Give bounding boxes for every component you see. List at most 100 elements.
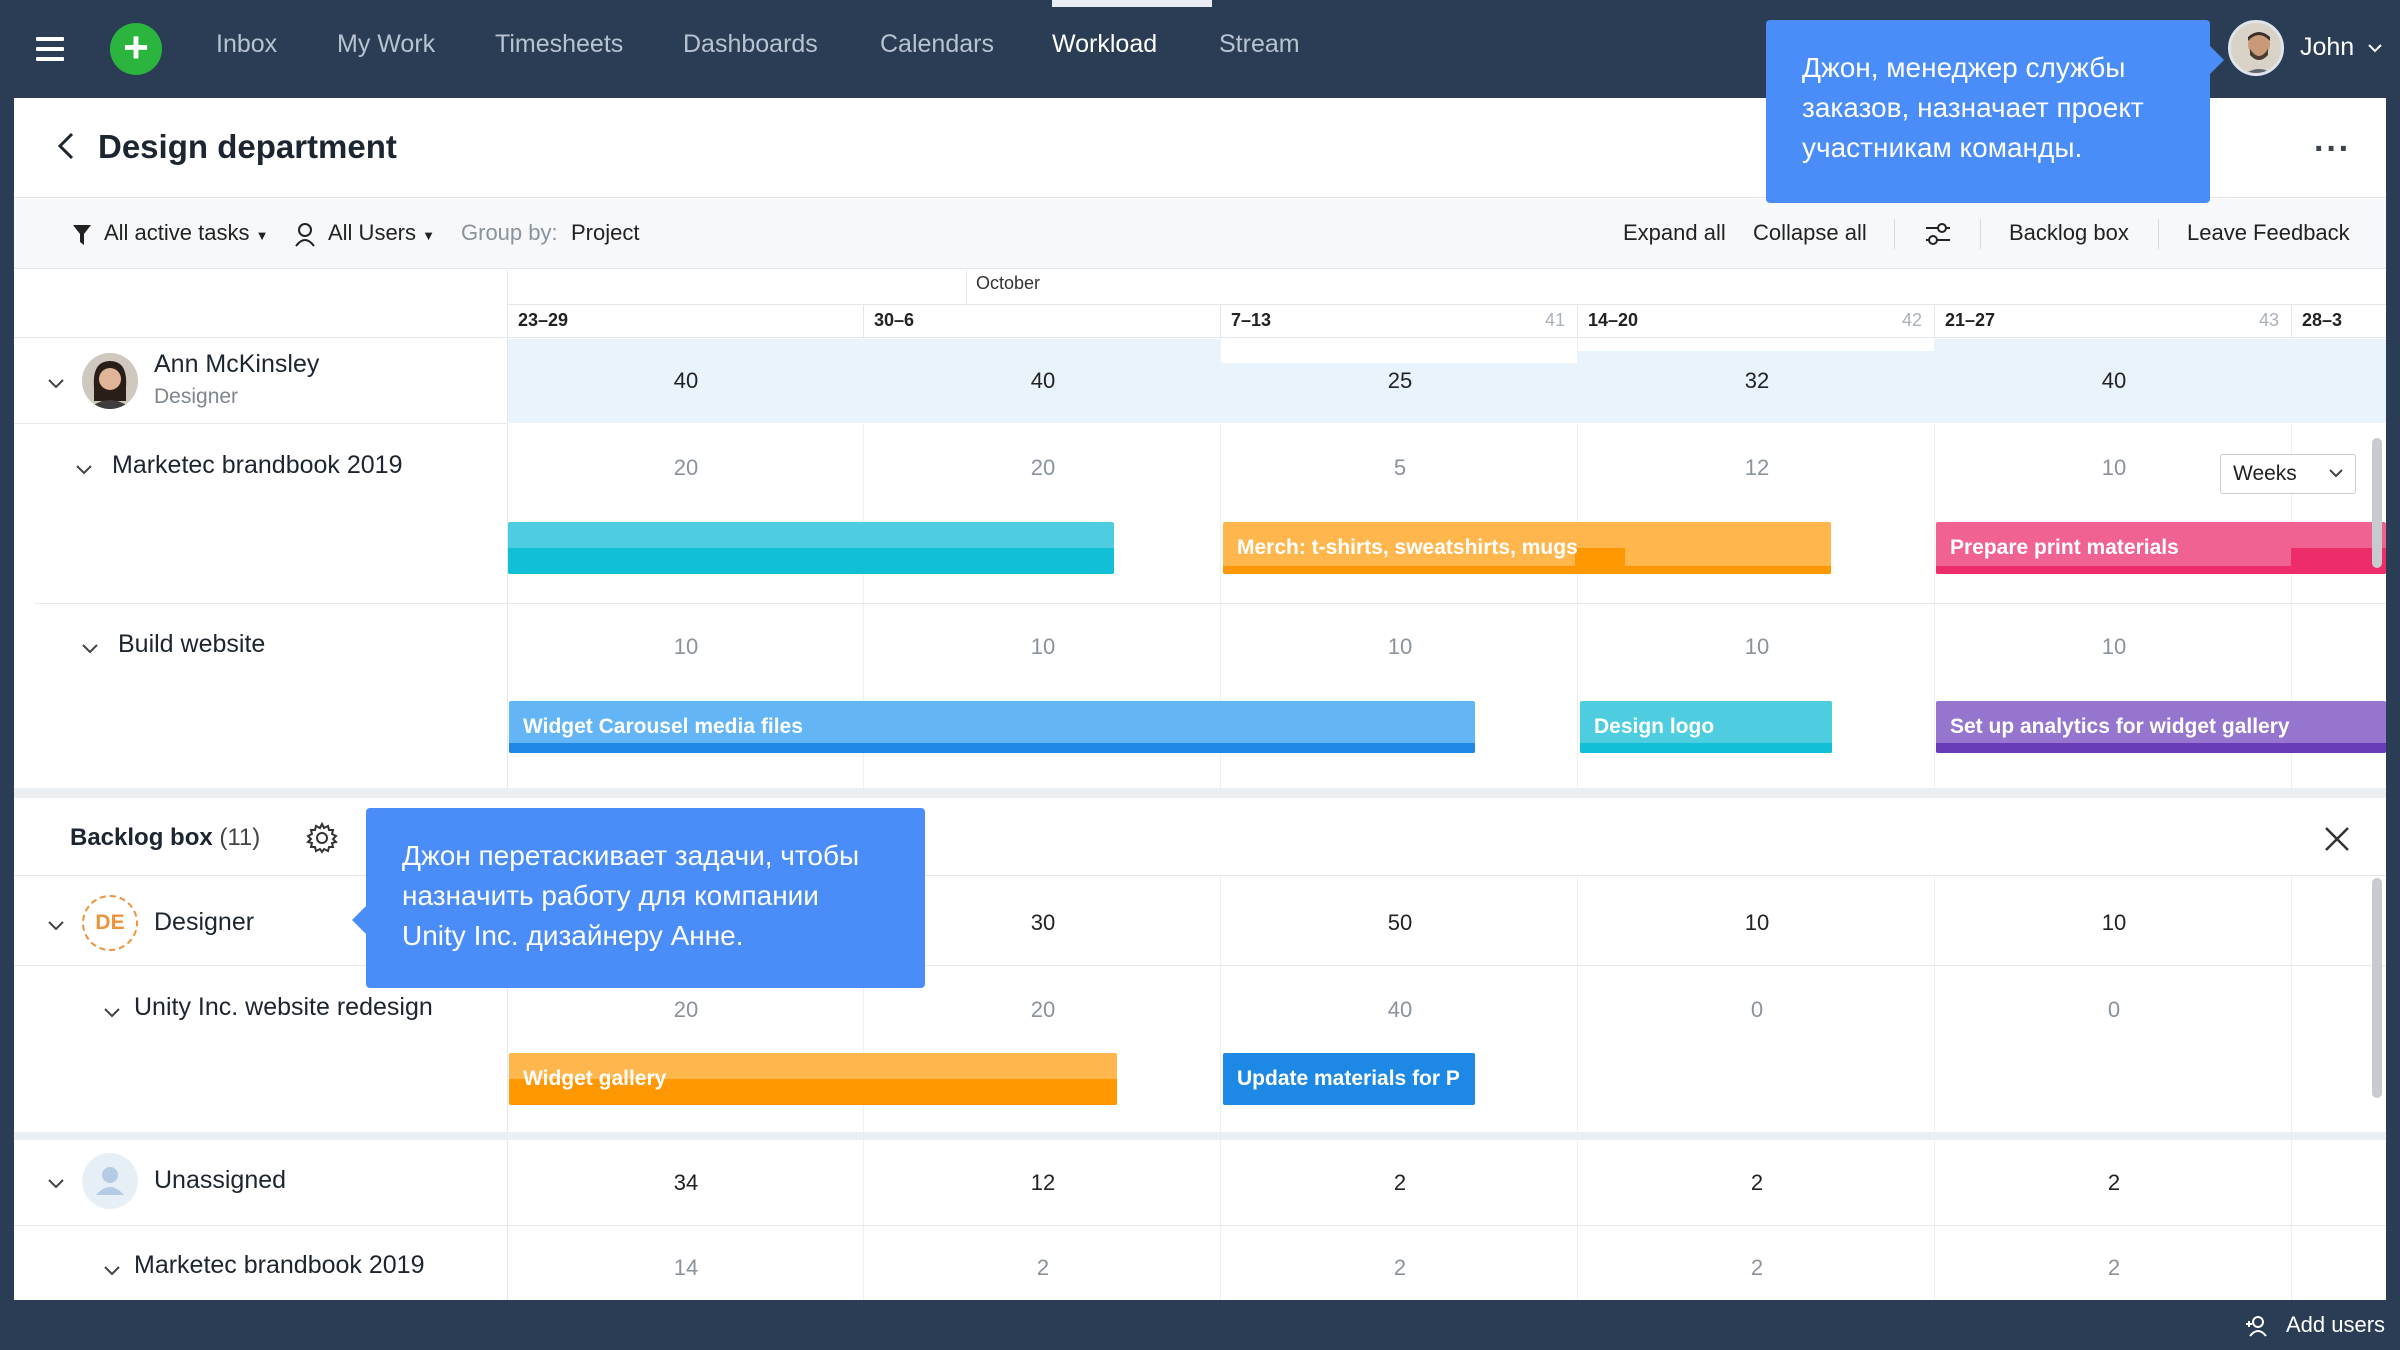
week-label: 23–29: [518, 310, 569, 330]
collapse-all-button[interactable]: Collapse all: [1753, 220, 1867, 246]
task-bar[interactable]: Widget Carousel media files: [509, 701, 1475, 753]
back-arrow-icon[interactable]: [52, 128, 82, 164]
load-value: 10: [2101, 910, 2127, 935]
expand-all-button[interactable]: Expand all: [1623, 220, 1726, 246]
week-label: 28–3: [2302, 310, 2343, 330]
project-name: Unity Inc. website redesign: [134, 993, 433, 1021]
load-value: 40: [673, 368, 699, 393]
filter-icon: [72, 223, 92, 252]
ann-role: Designer: [154, 385, 239, 408]
chevron-down-icon: [2368, 40, 2382, 58]
row-divider: [14, 1225, 2386, 1226]
close-icon[interactable]: [2324, 826, 2350, 852]
task-bar[interactable]: Update materials for P: [1223, 1053, 1475, 1105]
scrollbar-thumb[interactable]: [2372, 438, 2382, 568]
row-divider: [14, 423, 508, 424]
project-load: 10: [2101, 455, 2127, 480]
toolbar: All active tasks ▼ All Users ▼ Group by:…: [14, 199, 2386, 269]
group-by-label: Group by:: [461, 220, 558, 245]
project-name: Build website: [118, 630, 266, 658]
toolbar-divider: [2158, 219, 2159, 249]
designer-name: Designer: [154, 908, 255, 936]
grid-line: [1934, 876, 1935, 1300]
nav-calendars[interactable]: Calendars: [880, 30, 994, 59]
menu-icon[interactable]: [36, 37, 64, 61]
scrollbar-thumb[interactable]: [2372, 878, 2382, 1098]
week-number: 43: [2259, 310, 2280, 330]
settings-sliders-icon[interactable]: [1924, 221, 1952, 252]
load-value: 25: [1387, 368, 1413, 393]
task-bar[interactable]: Merch: t-shirts, sweatshirts, mugs: [1223, 522, 1831, 574]
backlog-box-button[interactable]: Backlog box: [2009, 220, 2129, 246]
week-label: 7–13: [1231, 310, 1272, 330]
leave-feedback-button[interactable]: Leave Feedback: [2187, 220, 2350, 246]
project-name: Marketec brandbook 2019: [134, 1251, 425, 1279]
nav-my-work[interactable]: My Work: [337, 30, 435, 59]
project-load: 20: [1030, 997, 1056, 1022]
month-divider: [966, 270, 967, 304]
project-load: 0: [1750, 997, 1764, 1022]
load-value: 50: [1387, 910, 1413, 935]
chevron-down-icon[interactable]: [76, 462, 92, 475]
chevron-down-icon[interactable]: [104, 1005, 120, 1018]
grid-line: [1577, 876, 1578, 1300]
filter-users-dropdown[interactable]: All Users ▼: [328, 220, 435, 246]
project-load: 2: [1750, 1255, 1764, 1280]
more-options-icon[interactable]: ···: [2314, 130, 2351, 169]
ann-avatar: [82, 353, 138, 409]
workload-panel: Design department ··· All active tasks ▼…: [14, 98, 2386, 1300]
user-avatar: [2228, 20, 2284, 76]
task-bar[interactable]: [508, 522, 1114, 574]
task-bar[interactable]: Widget gallery: [509, 1053, 1117, 1105]
load-value: 2: [2107, 1170, 2121, 1195]
project-load: 2: [1036, 1255, 1050, 1280]
user-name: John: [2300, 33, 2355, 61]
nav-timesheets[interactable]: Timesheets: [495, 30, 623, 59]
load-value: 2: [1750, 1170, 1764, 1195]
task-bar[interactable]: Prepare print materials: [1936, 522, 2386, 574]
chevron-down-icon[interactable]: [48, 1176, 64, 1189]
nav-dashboards[interactable]: Dashboards: [683, 30, 818, 59]
filter-tasks-dropdown[interactable]: All active tasks ▼: [104, 220, 269, 246]
project-load: 5: [1393, 455, 1407, 480]
chevron-down-icon[interactable]: [104, 1263, 120, 1276]
gear-icon[interactable]: [306, 821, 338, 854]
load-gap: [1221, 339, 1577, 363]
nav-active-indicator: [1052, 0, 1212, 7]
project-load: 12: [1744, 455, 1770, 480]
ann-name: Ann McKinsley: [154, 350, 320, 378]
load-value: 34: [673, 1170, 699, 1195]
nav-workload[interactable]: Workload: [1052, 30, 1157, 59]
add-users-button[interactable]: Add users: [2286, 1312, 2385, 1338]
add-new-button[interactable]: +: [110, 23, 162, 75]
grid-line: [1220, 876, 1221, 1300]
project-load: 40: [1387, 997, 1413, 1022]
project-load: 20: [673, 455, 699, 480]
nav-stream[interactable]: Stream: [1219, 30, 1300, 59]
project-load: 10: [1744, 634, 1770, 659]
row-divider: [34, 603, 2386, 604]
tooltip-manager: Джон, менеджер службы заказов, назначает…: [1766, 20, 2224, 203]
nav-inbox[interactable]: Inbox: [216, 30, 277, 59]
group-by-dropdown[interactable]: Project: [571, 220, 639, 246]
load-value: 2: [1393, 1170, 1407, 1195]
project-load: 10: [673, 634, 699, 659]
toolbar-divider: [1980, 219, 1981, 249]
chevron-down-icon[interactable]: [48, 918, 64, 931]
user-icon: [294, 222, 316, 253]
project-load: 10: [1387, 634, 1413, 659]
task-bar[interactable]: Set up analytics for widget gallery: [1936, 701, 2386, 753]
chevron-down-icon[interactable]: [82, 641, 98, 654]
timeline-header: October 23–29 30–6 7–13 41 14–20 42 21–2…: [14, 270, 2386, 338]
toolbar-divider: [1894, 219, 1895, 249]
task-bar[interactable]: Design logo: [1580, 701, 1832, 753]
project-load: 2: [2107, 1255, 2121, 1280]
load-value: 10: [1744, 910, 1770, 935]
page-title: Design department: [98, 128, 397, 165]
week-number: 42: [1902, 310, 1923, 330]
unassigned-avatar-icon: [82, 1153, 138, 1209]
week-label: 14–20: [1588, 310, 1639, 330]
chevron-down-icon[interactable]: [48, 376, 64, 389]
week-label: 21–27: [1945, 310, 1996, 330]
tooltip-drag: Джон перетаскивает задачи, чтобы назначи…: [352, 808, 925, 988]
